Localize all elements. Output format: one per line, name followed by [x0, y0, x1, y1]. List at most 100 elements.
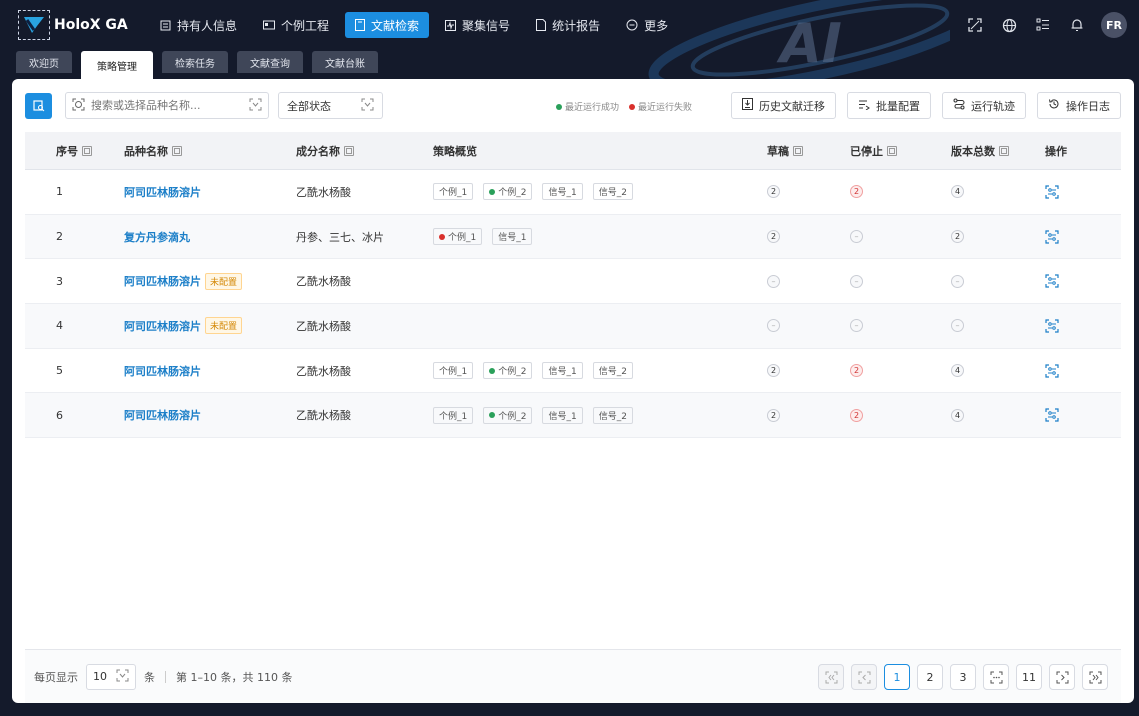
strategy-chip[interactable]: 个例_2 [483, 183, 533, 201]
col-index[interactable]: 序号 [25, 143, 124, 159]
strategy-chip[interactable]: 信号_1 [492, 228, 533, 246]
tab-literature-query[interactable]: 文献查询 [237, 51, 303, 73]
strategy-config-icon[interactable] [1045, 185, 1059, 199]
strategy-chip[interactable]: 信号_1 [542, 183, 583, 201]
draft-count: 2 [767, 408, 780, 422]
strategy-chip[interactable]: 信号_2 [592, 406, 633, 424]
cell-index: 3 [56, 274, 63, 288]
toolbar: 全部状态 最近运行成功 最近运行失败 历史文献迁移 批量配置 运行轨迹 操作日志 [25, 92, 1121, 120]
nav-literature-search[interactable]: 文献检索 [345, 12, 430, 38]
cell-index: 2 [56, 230, 63, 244]
fullscreen-icon[interactable] [965, 15, 985, 35]
cell-ingredient: 乙酰水杨酸 [296, 185, 351, 199]
strategy-chip[interactable]: 个例_2 [483, 362, 533, 380]
stopped-count: – [850, 230, 863, 244]
product-name-link[interactable]: 阿司匹林肠溶片 [124, 318, 201, 334]
page-3-button[interactable]: 3 [950, 664, 976, 690]
table-body: 1 阿司匹林肠溶片 乙酰水杨酸 个例_1 个例_2 信号_1 信号_2 2 2 4 2 复方丹参滴丸丹… [25, 170, 1121, 439]
product-name-link[interactable]: 复方丹参滴丸 [124, 229, 190, 245]
strategy-chip[interactable]: 信号_2 [592, 362, 633, 380]
batch-config-button[interactable]: 批量配置 [847, 92, 931, 119]
user-avatar[interactable]: FR [1101, 12, 1127, 38]
import-icon [742, 98, 753, 113]
strategy-config-icon[interactable] [1045, 319, 1059, 333]
prev-page-button[interactable] [851, 664, 877, 690]
app-logo[interactable]: HoloX GA [18, 10, 128, 40]
logo-icon [18, 10, 50, 40]
nav-label: 个例工程 [281, 18, 330, 33]
operation-log-button[interactable]: 操作日志 [1037, 92, 1121, 119]
table-header: 序号 品种名称 成分名称 策略概览 草稿 已停止 版本总数 操作 [25, 132, 1121, 170]
col-ingredient[interactable]: 成分名称 [296, 143, 433, 159]
svg-text:AI: AI [776, 12, 842, 75]
tab-search-tasks[interactable]: 检索任务 [162, 51, 228, 73]
strategy-chip[interactable]: 信号_1 [542, 362, 583, 380]
cell-name: 阿司匹林肠溶片 [124, 184, 296, 200]
cell-ops [1045, 363, 1105, 378]
status-select[interactable]: 全部状态 [278, 92, 383, 119]
bell-icon[interactable] [1067, 15, 1087, 35]
search-input[interactable] [91, 99, 243, 112]
page-1-button[interactable]: 1 [884, 664, 910, 690]
col-versions[interactable]: 版本总数 [951, 143, 1045, 159]
strategy-chip[interactable]: 个例_1 [433, 406, 474, 424]
sort-icon [82, 145, 92, 156]
strategy-config-icon[interactable] [1045, 408, 1059, 422]
search-button[interactable] [25, 93, 52, 119]
first-page-button[interactable] [818, 664, 844, 690]
last-page-button[interactable] [1082, 664, 1108, 690]
list-settings-icon [858, 99, 870, 113]
status-dot [489, 367, 496, 374]
nav-label: 统计报告 [552, 18, 601, 33]
nav-holder-info[interactable]: 持有人信息 [150, 12, 247, 38]
strategy-config-icon[interactable] [1045, 274, 1059, 288]
cell-ops [1045, 274, 1105, 288]
status-dot [439, 233, 445, 240]
tab-welcome[interactable]: 欢迎页 [16, 51, 72, 73]
strategy-config-icon[interactable] [1045, 229, 1059, 244]
more-pages-button[interactable] [983, 664, 1009, 690]
nav-case-engineering[interactable]: 个例工程 [253, 12, 339, 38]
strategy-chip[interactable]: 个例_2 [483, 406, 533, 424]
strategy-config-icon[interactable] [1045, 363, 1059, 378]
search-field[interactable] [65, 92, 269, 119]
strategy-chip[interactable]: 信号_2 [592, 183, 633, 201]
page-2-button[interactable]: 2 [917, 664, 943, 690]
next-page-button[interactable] [1049, 664, 1075, 690]
nav-more[interactable]: 更多 [616, 12, 678, 38]
cell-draft: – [767, 319, 850, 333]
cell-stopped: 2 [850, 185, 951, 199]
strategy-chip[interactable]: 个例_1 [433, 362, 474, 380]
strategy-chip[interactable]: 个例_1 [433, 228, 483, 246]
nav-statistics-report[interactable]: 统计报告 [526, 12, 610, 38]
col-stopped[interactable]: 已停止 [850, 143, 951, 159]
main-panel: 全部状态 最近运行成功 最近运行失败 历史文献迁移 批量配置 运行轨迹 操作日志 [12, 79, 1134, 703]
tab-strategy-management[interactable]: 策略管理 [81, 51, 153, 79]
tab-literature-ledger[interactable]: 文献台账 [312, 51, 378, 73]
product-name-link[interactable]: 阿司匹林肠溶片 [124, 363, 201, 379]
cell-name: 阿司匹林肠溶片 [124, 363, 296, 379]
cell-draft: 2 [767, 185, 850, 199]
history-migration-button[interactable]: 历史文献迁移 [731, 92, 836, 119]
version-count: 4 [951, 185, 964, 199]
strategy-chip[interactable]: 信号_1 [542, 406, 583, 424]
globe-icon[interactable] [999, 15, 1019, 35]
ellipsis-icon [990, 671, 1002, 683]
cell-versions: – [951, 274, 1045, 288]
task-list-icon[interactable] [1033, 15, 1053, 35]
col-draft[interactable]: 草稿 [767, 143, 850, 159]
product-name-link[interactable]: 阿司匹林肠溶片 [124, 273, 201, 289]
page-size-select[interactable]: 10 [86, 663, 136, 690]
strategy-chip[interactable]: 个例_1 [433, 183, 474, 201]
product-name-link[interactable]: 阿司匹林肠溶片 [124, 184, 201, 200]
nav-cluster-signal[interactable]: 聚集信号 [435, 12, 520, 38]
product-name-link[interactable]: 阿司匹林肠溶片 [124, 407, 201, 423]
cell-versions: 4 [951, 185, 1045, 199]
col-name[interactable]: 品种名称 [124, 143, 296, 159]
nav-label: 更多 [644, 18, 669, 33]
nav-label: 文献检索 [371, 18, 420, 33]
cell-draft: 2 [767, 408, 850, 422]
run-trace-button[interactable]: 运行轨迹 [942, 92, 1026, 119]
last-page-number-button[interactable]: 11 [1016, 664, 1042, 690]
cell-overview: 个例_1 信号_1 [433, 228, 767, 246]
